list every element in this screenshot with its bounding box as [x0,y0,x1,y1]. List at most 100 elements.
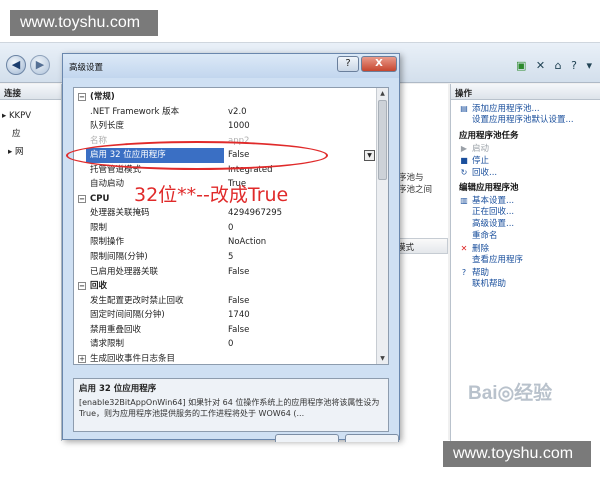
collapse-icon[interactable]: − [78,282,86,291]
stop-icon[interactable]: ✕ [536,59,545,72]
property-name: CPU [90,193,110,204]
action-item[interactable]: ✕ 删除 [451,242,600,254]
description-title: 启用 32 位应用程序 [79,384,157,394]
ok-button[interactable] [275,434,339,442]
action-item[interactable]: ↻ 回收... [451,166,600,178]
action-label: 回收... [472,168,498,178]
property-value: 5 [228,252,234,263]
action-item: 编辑应用程序池 [451,182,600,194]
collapse-icon[interactable]: − [78,194,86,203]
action-item[interactable]: ▶ 启动 [451,142,600,154]
property-rows: − (常规) .NET Framework 版本 v2.0 队列长度 1000 名称 app2… [74,90,378,364]
actions-list: ▤ 添加应用程序池... 设置应用程序池默认设置... 应用程序池任务 ▶ 启动 ■ 停止 ↻ 回… [451,100,600,290]
property-row[interactable]: 固定时间间隔(分钟) 1740 [74,308,378,323]
action-label: 停止 [472,156,490,166]
action-item[interactable]: ▤ 添加应用程序池... [451,102,600,114]
stop-icon: ■ [460,156,468,165]
property-row[interactable]: 禁用重叠回收 False [74,323,378,338]
property-value: 0 [228,222,234,233]
tree-node-server[interactable]: ▸ KKPV [0,108,61,124]
property-value: app2 [228,135,250,146]
property-value: False [228,266,250,277]
dropdown-arrow-icon[interactable]: ▼ [364,150,375,162]
property-value[interactable]: False [228,148,249,163]
scroll-down-icon[interactable]: ▼ [377,353,388,364]
watermark-bottom: www.toyshu.com [443,441,591,467]
property-category[interactable]: − (常规) [74,90,378,105]
cancel-button[interactable] [345,434,399,442]
action-label: 正在回收... [472,207,515,217]
property-category[interactable]: − 回收 [74,279,378,294]
tree-node-sites[interactable]: ▸ 网 [0,142,61,160]
action-item[interactable]: ▥ 基本设置... [451,194,600,206]
tree-node-app-pools[interactable]: 应 [0,124,61,142]
server-icon[interactable]: ▣ [516,59,526,72]
property-row[interactable]: 已启用处理器关联 False [74,265,378,280]
connections-header: 连接 [0,84,61,100]
action-item[interactable]: 正在回收... [451,206,600,218]
forward-button[interactable]: ▶ [30,55,50,75]
action-item[interactable]: 重命名 [451,230,600,242]
advanced-settings-dialog: 高级设置 ? X − (常规) .NET Framework 版本 v2.0 队列长度 1… [62,53,400,442]
watermark-top: www.toyshu.com [10,10,158,36]
property-row[interactable]: 请求限制 0 [74,337,378,352]
scroll-thumb[interactable] [378,100,387,180]
property-name: (常规) [90,92,115,102]
property-row[interactable]: 托管管道模式 Integrated [74,163,378,178]
annotation-text: 32位**--改成True [134,184,289,206]
property-row[interactable]: 启用 32 位应用程序 False ▼ [74,148,378,163]
property-row[interactable]: 限制间隔(分钟) 5 [74,250,378,265]
property-row[interactable]: 限制 0 [74,221,378,236]
content-text-line: 序池之间 [398,185,433,195]
action-item[interactable]: ? 帮助 [451,266,600,278]
dialog-help-button[interactable]: ? [337,56,359,72]
expand-icon[interactable]: + [78,354,86,363]
action-label: 应用程序池任务 [459,131,519,141]
action-item[interactable]: 联机帮助 [451,278,600,290]
action-item[interactable]: 查看应用程序 [451,254,600,266]
back-button[interactable]: ◀ [6,55,26,75]
action-label: 重命名 [472,231,498,241]
chevron-down-icon[interactable]: ▾ [586,59,592,72]
dialog-close-button[interactable]: X [361,56,397,72]
home-icon[interactable]: ⌂ [555,59,562,72]
recycle-icon: ↻ [460,168,468,177]
toolbar-icons: ▣ ✕ ⌂ ? ▾ [510,59,592,72]
play-icon: ▶ [460,144,468,153]
help-icon[interactable]: ? [571,59,577,72]
dialog-titlebar: 高级设置 ? X [63,54,399,78]
tree-node-label: 应 [12,129,21,139]
action-item[interactable]: 设置应用程序池默认设置... [451,114,600,126]
property-row[interactable]: .NET Framework 版本 v2.0 [74,105,378,120]
property-name: 固定时间间隔(分钟) [90,310,165,321]
action-item: 应用程序池任务 [451,130,600,142]
collapse-icon[interactable]: − [78,93,86,101]
property-row[interactable]: 处理器关联掩码 4294967295 [74,206,378,221]
scroll-up-icon[interactable]: ▲ [377,88,388,99]
property-value: False [228,295,250,306]
property-row[interactable]: 发生配置更改时禁止回收 False [74,294,378,309]
action-item[interactable]: ■ 停止 [451,154,600,166]
action-item[interactable]: 高级设置... [451,218,600,230]
property-name: 发生配置更改时禁止回收 [90,295,184,306]
property-value: 1000 [228,121,250,132]
property-grid-scrollbar[interactable]: ▲ ▼ [376,88,388,364]
property-value: 4294967295 [228,208,283,219]
property-value: NoAction [228,237,267,248]
property-name: 已启用处理器关联 [90,266,159,277]
property-row[interactable]: 限制操作 NoAction [74,235,378,250]
dialog-title: 高级设置 [69,63,104,73]
action-label: 高级设置... [472,219,515,229]
settings-icon: ▥ [460,196,468,205]
connections-pane: 连接 ▸ KKPV 应 ▸ 网 [0,84,62,441]
content-description: 序池与 序池之间 [398,172,432,196]
property-row[interactable]: 名称 app2 [74,134,378,149]
property-name: 处理器关联掩码 [90,208,150,219]
property-value: Integrated [228,164,273,175]
baidu-watermark: Bai◎经验 [468,383,553,404]
property-row[interactable]: + 生成回收事件日志条目 [74,352,378,364]
property-row[interactable]: 队列长度 1000 [74,119,378,134]
property-value: v2.0 [228,106,247,117]
property-name: 自动启动 [90,179,125,190]
property-grid: − (常规) .NET Framework 版本 v2.0 队列长度 1000 名称 app2… [73,87,389,365]
